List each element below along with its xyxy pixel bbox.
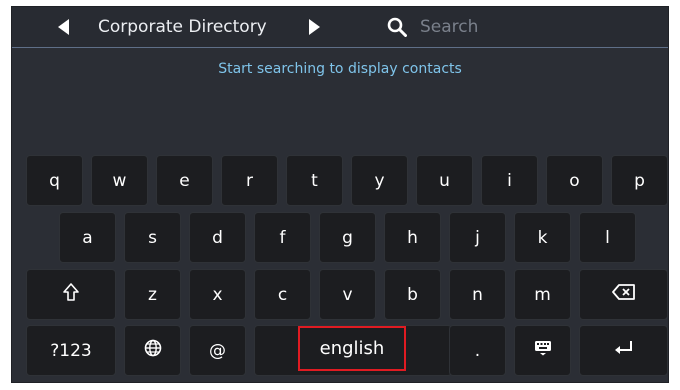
shift-key[interactable] xyxy=(26,269,116,320)
key-h[interactable]: h xyxy=(384,212,441,263)
backspace-key[interactable] xyxy=(579,269,668,320)
keyboard-icon xyxy=(534,340,552,361)
key-t[interactable]: t xyxy=(286,155,343,206)
key-q[interactable]: q xyxy=(26,155,83,206)
header-bar: Corporate Directory xyxy=(12,7,668,48)
language-key[interactable] xyxy=(124,325,181,376)
key-x[interactable]: x xyxy=(189,269,246,320)
key-f[interactable]: f xyxy=(254,212,311,263)
key-y[interactable]: y xyxy=(351,155,408,206)
key-v[interactable]: v xyxy=(319,269,376,320)
key-r[interactable]: r xyxy=(221,155,278,206)
directory-screen: Corporate Directory Start searching to d… xyxy=(11,6,669,383)
backspace-icon xyxy=(611,284,636,305)
period-key[interactable]: . xyxy=(449,325,506,376)
numbers-key[interactable]: ?123 xyxy=(26,325,116,376)
key-g[interactable]: g xyxy=(319,212,376,263)
key-e[interactable]: e xyxy=(156,155,213,206)
enter-key[interactable] xyxy=(579,325,668,376)
enter-arrow-icon xyxy=(614,340,634,361)
key-b[interactable]: b xyxy=(384,269,441,320)
info-message: Start searching to display contacts xyxy=(218,61,462,77)
key-c[interactable]: c xyxy=(254,269,311,320)
key-a[interactable]: a xyxy=(59,212,116,263)
key-w[interactable]: w xyxy=(91,155,148,206)
triangle-left-icon[interactable] xyxy=(54,7,74,47)
space-key-label[interactable]: english xyxy=(300,328,404,369)
key-d[interactable]: d xyxy=(189,212,246,263)
key-p[interactable]: p xyxy=(611,155,668,206)
search-input[interactable] xyxy=(420,13,650,41)
key-i[interactable]: i xyxy=(481,155,538,206)
key-j[interactable]: j xyxy=(449,212,506,263)
key-o[interactable]: o xyxy=(546,155,603,206)
globe-icon xyxy=(144,339,162,362)
key-m[interactable]: m xyxy=(514,269,571,320)
key-l[interactable]: l xyxy=(579,212,636,263)
shift-arrow-icon xyxy=(63,283,79,306)
key-k[interactable]: k xyxy=(514,212,571,263)
directory-title: Corporate Directory xyxy=(98,17,267,37)
key-n[interactable]: n xyxy=(449,269,506,320)
on-screen-keyboard: q w e r t y u i o p a s d f g h j k l z … xyxy=(12,155,668,382)
key-s[interactable]: s xyxy=(124,212,181,263)
search-icon[interactable] xyxy=(384,7,410,47)
at-key[interactable]: @ xyxy=(189,325,246,376)
key-u[interactable]: u xyxy=(416,155,473,206)
key-z[interactable]: z xyxy=(124,269,181,320)
hide-keyboard-key[interactable] xyxy=(514,325,571,376)
triangle-right-icon[interactable] xyxy=(304,7,324,47)
